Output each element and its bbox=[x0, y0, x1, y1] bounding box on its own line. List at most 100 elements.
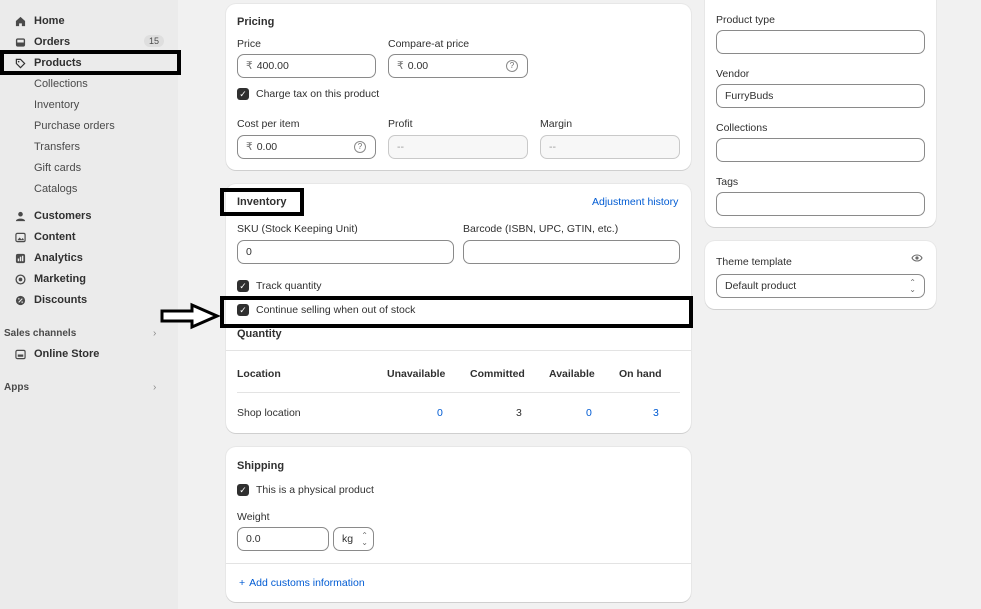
sidebar-item-customers[interactable]: Customers bbox=[0, 206, 170, 226]
sidebar-item-online-store[interactable]: Online Store bbox=[0, 344, 170, 364]
weight-input[interactable]: 0.0 bbox=[237, 527, 329, 551]
profit-field: -- bbox=[388, 135, 528, 159]
sidebar-nav: Home Orders 15 Products Collections Inve… bbox=[0, 0, 181, 609]
home-icon bbox=[14, 15, 26, 27]
sidebar-item-label: Inventory bbox=[34, 99, 80, 111]
profit-value: -- bbox=[397, 141, 404, 153]
sidebar-item-discounts[interactable]: Discounts bbox=[0, 290, 170, 310]
image-icon bbox=[14, 231, 26, 243]
col-header-committed: Committed bbox=[470, 368, 525, 380]
charge-tax-label: Charge tax on this product bbox=[256, 88, 380, 100]
row-location: Shop location bbox=[237, 407, 301, 419]
chevron-right-icon[interactable]: › bbox=[153, 382, 156, 393]
sidebar-item-inventory[interactable]: Inventory bbox=[0, 95, 170, 115]
physical-product-label: This is a physical product bbox=[256, 484, 374, 496]
margin-label: Margin bbox=[540, 118, 573, 130]
row-available[interactable]: 0 bbox=[586, 407, 592, 419]
sidebar-item-label: Orders bbox=[34, 36, 71, 48]
person-icon bbox=[14, 210, 26, 222]
theme-template-card: Theme template Default product ⌃ ⌄ bbox=[705, 241, 936, 309]
compare-at-price-label: Compare-at price bbox=[388, 38, 470, 50]
charge-tax-checkbox[interactable]: ✓ bbox=[237, 88, 249, 100]
sidebar-item-label: Content bbox=[34, 231, 76, 243]
shipping-title: Shipping bbox=[237, 460, 285, 472]
col-header-unavailable: Unavailable bbox=[387, 368, 446, 380]
chevron-right-icon[interactable]: › bbox=[153, 328, 156, 339]
adjustment-history-link[interactable]: Adjustment history bbox=[592, 196, 678, 208]
row-committed: 3 bbox=[516, 407, 522, 419]
discount-icon bbox=[14, 294, 26, 306]
sidebar-item-label: Marketing bbox=[34, 273, 86, 285]
sidebar-item-label: Home bbox=[34, 15, 65, 27]
col-header-available: Available bbox=[549, 368, 595, 380]
collections-label: Collections bbox=[716, 122, 768, 134]
inventory-highlight-box bbox=[220, 188, 304, 216]
cost-per-item-input[interactable]: ₹ 0.00 ? bbox=[237, 135, 376, 159]
profit-label: Profit bbox=[388, 118, 413, 130]
help-icon[interactable]: ? bbox=[506, 60, 518, 72]
weight-unit-value: kg bbox=[342, 533, 354, 545]
sidebar-item-label: Purchase orders bbox=[34, 120, 115, 132]
barcode-input[interactable] bbox=[463, 240, 680, 264]
sidebar-item-label: Transfers bbox=[34, 141, 81, 153]
collections-input[interactable] bbox=[716, 138, 925, 162]
sidebar-item-marketing[interactable]: Marketing bbox=[0, 269, 170, 289]
price-label: Price bbox=[237, 38, 261, 50]
margin-field: -- bbox=[540, 135, 680, 159]
divider bbox=[226, 563, 691, 564]
sales-channels-title[interactable]: Sales channels bbox=[4, 328, 76, 339]
product-type-label: Product type bbox=[716, 14, 775, 26]
col-header-location: Location bbox=[237, 368, 281, 380]
sidebar-item-label: Online Store bbox=[34, 348, 100, 360]
track-quantity-checkbox[interactable]: ✓ bbox=[237, 280, 249, 292]
vendor-input[interactable]: FurryBuds bbox=[716, 84, 925, 108]
bar-chart-icon bbox=[14, 252, 26, 264]
target-icon bbox=[14, 273, 26, 285]
help-icon[interactable]: ? bbox=[354, 141, 366, 153]
pricing-card: Pricing Price ₹ 400.00 Compare-at price … bbox=[226, 4, 691, 170]
sidebar-item-content[interactable]: Content bbox=[0, 227, 170, 247]
divider bbox=[237, 392, 680, 393]
compare-at-price-value: 0.00 bbox=[407, 60, 429, 72]
cost-per-item-label: Cost per item bbox=[237, 118, 300, 130]
pricing-title: Pricing bbox=[237, 16, 275, 28]
orders-count-badge: 15 bbox=[144, 35, 165, 47]
row-unavailable[interactable]: 0 bbox=[437, 407, 443, 419]
sidebar-item-label: Gift cards bbox=[34, 162, 82, 174]
shipping-card: Shipping ✓ This is a physical product We… bbox=[226, 447, 691, 602]
apps-title[interactable]: Apps bbox=[4, 382, 29, 393]
margin-value: -- bbox=[549, 141, 556, 153]
sidebar-item-label: Discounts bbox=[34, 294, 88, 306]
sidebar-item-analytics[interactable]: Analytics bbox=[0, 248, 170, 268]
theme-template-value: Default product bbox=[725, 280, 797, 292]
cost-per-item-value: 0.00 bbox=[256, 141, 278, 153]
vendor-label: Vendor bbox=[716, 68, 750, 80]
physical-product-checkbox[interactable]: ✓ bbox=[237, 484, 249, 496]
row-on-hand[interactable]: 3 bbox=[653, 407, 659, 419]
sku-value: 0 bbox=[246, 246, 252, 258]
sidebar-item-transfers[interactable]: Transfers bbox=[0, 137, 170, 157]
tags-input[interactable] bbox=[716, 192, 925, 216]
select-arrows-icon: ⌃ ⌄ bbox=[909, 278, 916, 294]
weight-unit-select[interactable]: kg ⌃ ⌄ bbox=[333, 527, 374, 551]
sidebar-item-label: Collections bbox=[34, 78, 88, 90]
sidebar-item-purchase-orders[interactable]: Purchase orders bbox=[0, 116, 170, 136]
eye-icon[interactable] bbox=[911, 253, 923, 266]
weight-label: Weight bbox=[237, 511, 270, 523]
sku-input[interactable]: 0 bbox=[237, 240, 454, 264]
products-highlight-box bbox=[0, 50, 181, 75]
price-input[interactable]: ₹ 400.00 bbox=[237, 54, 376, 78]
sidebar-item-orders[interactable]: Orders 15 bbox=[0, 32, 170, 52]
theme-template-select[interactable]: Default product ⌃ ⌄ bbox=[716, 274, 925, 298]
sidebar-item-gift-cards[interactable]: Gift cards bbox=[0, 158, 170, 178]
sidebar-item-home[interactable]: Home bbox=[0, 11, 170, 31]
quantity-title: Quantity bbox=[237, 328, 282, 340]
tags-label: Tags bbox=[716, 176, 739, 188]
sidebar-item-catalogs[interactable]: Catalogs bbox=[0, 179, 170, 199]
sidebar-item-label: Customers bbox=[34, 210, 92, 222]
product-type-input[interactable] bbox=[716, 30, 925, 54]
add-customs-link[interactable]: + Add customs information bbox=[239, 577, 365, 589]
sidebar-item-collections[interactable]: Collections bbox=[0, 74, 170, 94]
compare-at-price-input[interactable]: ₹ 0.00 ? bbox=[388, 54, 528, 78]
divider bbox=[226, 350, 691, 351]
